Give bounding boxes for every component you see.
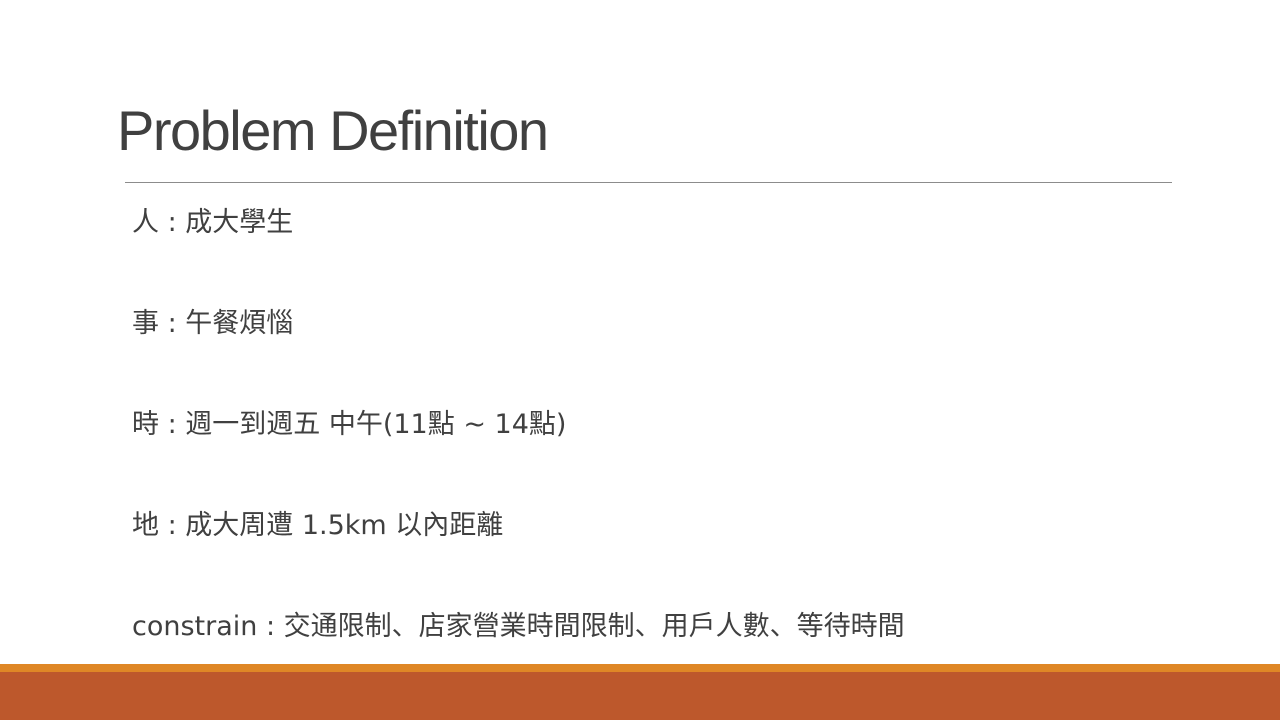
slide-title: Problem Definition (117, 99, 549, 162)
footer-accent-stripe (0, 664, 1280, 672)
bullet-item-when: 時 : 週一到週五 中午(11點 ~ 14點) (132, 409, 567, 440)
bullet-item-what: 事 : 午餐煩惱 (132, 308, 294, 339)
title-divider (125, 182, 1172, 183)
bullet-list: 人 : 成大學生 事 : 午餐煩惱 時 : 週一到週五 中午(11點 ~ 14點… (132, 202, 905, 707)
bullet-item-where: 地 : 成大周遭 1.5km 以內距離 (132, 510, 504, 541)
bullet-item-who: 人 : 成大學生 (132, 207, 294, 238)
slide: Problem Definition 人 : 成大學生 事 : 午餐煩惱 時 :… (0, 0, 1280, 720)
footer-band (0, 672, 1280, 720)
